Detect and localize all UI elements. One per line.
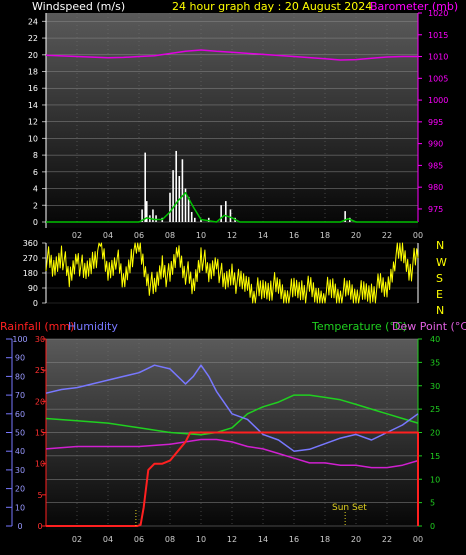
wind-tick-label: 20 [28, 51, 38, 60]
wind-tick-label: 6 [33, 168, 38, 177]
temp-tick-label: 30 [430, 382, 440, 391]
hour-tick-label: 20 [351, 231, 361, 240]
hour-tick-label: 06 [134, 231, 144, 240]
barometer-tick-label: 1005 [428, 74, 448, 83]
wind-tick-label: 22 [28, 34, 38, 43]
hour-tick-label: 12 [227, 231, 237, 240]
direction-tick-label: 90 [28, 284, 38, 293]
hour-tick-label: 16 [289, 231, 299, 240]
rain-tick-label: 10 [35, 460, 45, 469]
hour-tick-label: 14 [258, 231, 268, 240]
compass-label-n-bottom: N [436, 304, 444, 317]
rain-tick-label: 20 [35, 397, 45, 406]
hour-tick-label: 04 [103, 231, 113, 240]
rain-tick-label: 0 [37, 522, 42, 531]
barometer-tick-label: 990 [428, 140, 443, 149]
compass-label-w: W [436, 256, 447, 269]
temp-tick-label: 5 [430, 499, 435, 508]
rain-tick-label: 30 [35, 335, 45, 344]
hour-tick-label: 00 [413, 231, 423, 240]
humidity-tick-label: 100 [12, 335, 27, 344]
hour-tick-label: 02 [72, 535, 82, 544]
direction-tick-label: 180 [23, 269, 38, 278]
direction-tick-label: 360 [23, 239, 38, 248]
humidity-tick-label: 70 [15, 391, 25, 400]
rain-tick-label: 5 [37, 491, 42, 500]
humidity-tick-label: 80 [15, 372, 25, 381]
compass-label-n-top: N [436, 239, 444, 252]
humidity-tick-label: 30 [15, 466, 25, 475]
temp-tick-label: 35 [430, 358, 440, 367]
barometer-tick-label: 980 [428, 183, 443, 192]
weather-graph: Windspeed (m/s) 24 hour graph day : 20 A… [0, 0, 466, 544]
temp-tick-label: 20 [430, 429, 440, 438]
humidity-tick-label: 20 [15, 485, 25, 494]
hour-tick-label: 22 [382, 535, 392, 544]
temp-tick-label: 10 [430, 475, 440, 484]
sunset-label: Sun Set [332, 503, 367, 513]
rain-tick-label: 25 [35, 366, 45, 375]
barometer-tick-label: 1000 [428, 96, 448, 105]
chart-title: 24 hour graph day : 20 August 2024 [172, 0, 372, 13]
hour-tick-label: 08 [165, 535, 175, 544]
direction-tick-label: 270 [23, 254, 38, 263]
humidity-tick-label: 60 [15, 410, 25, 419]
wind-tick-label: 18 [28, 68, 38, 77]
barometer-tick-label: 1015 [428, 31, 448, 40]
hour-tick-label: 18 [320, 535, 330, 544]
rain-tick-label: 15 [35, 429, 45, 438]
direction-tick-label: 0 [33, 299, 38, 308]
barometer-tick-label: 975 [428, 205, 443, 214]
hour-tick-label: 00 [413, 535, 423, 544]
humidity-tick-label: 40 [15, 447, 25, 456]
wind-tick-label: 14 [28, 101, 38, 110]
windspeed-axis-label: Windspeed (m/s) [32, 0, 125, 13]
dewpoint-axis-label: Dew Point (°C) [392, 320, 466, 333]
humidity-axis-label: Humidity [68, 320, 118, 333]
barometer-tick-label: 985 [428, 161, 443, 170]
compass-label-e: E [436, 288, 443, 301]
hour-tick-label: 18 [320, 231, 330, 240]
hour-tick-label: 04 [103, 535, 113, 544]
wind-tick-label: 2 [33, 201, 38, 210]
humidity-tick-label: 10 [15, 503, 25, 512]
temp-tick-label: 25 [430, 405, 440, 414]
hour-tick-label: 12 [227, 535, 237, 544]
wind-tick-label: 12 [28, 118, 38, 127]
hour-tick-label: 20 [351, 535, 361, 544]
hour-tick-label: 08 [165, 231, 175, 240]
barometer-tick-label: 1010 [428, 53, 448, 62]
wind-tick-label: 10 [28, 134, 38, 143]
wind-tick-label: 4 [33, 185, 38, 194]
hour-tick-label: 10 [196, 535, 206, 544]
hour-tick-label: 06 [134, 535, 144, 544]
hour-tick-label: 02 [72, 231, 82, 240]
humidity-tick-label: 90 [15, 354, 25, 363]
wind-tick-label: 8 [33, 151, 38, 160]
temp-tick-label: 0 [430, 522, 435, 531]
temp-tick-label: 15 [430, 452, 440, 461]
compass-label-s: S [436, 272, 443, 285]
wind-tick-label: 16 [28, 84, 38, 93]
humidity-tick-label: 50 [15, 429, 25, 438]
wind-tick-label: 0 [33, 218, 38, 227]
hour-tick-label: 14 [258, 535, 268, 544]
hour-tick-label: 10 [196, 231, 206, 240]
barometer-tick-label: 995 [428, 118, 443, 127]
barometer-tick-label: 1020 [428, 9, 448, 18]
rainfall-axis-label: Rainfall (mm) [0, 320, 74, 333]
temp-tick-label: 40 [430, 335, 440, 344]
hour-tick-label: 22 [382, 231, 392, 240]
hour-tick-label: 16 [289, 535, 299, 544]
wind-tick-label: 24 [28, 17, 38, 26]
humidity-tick-label: 0 [17, 522, 22, 531]
